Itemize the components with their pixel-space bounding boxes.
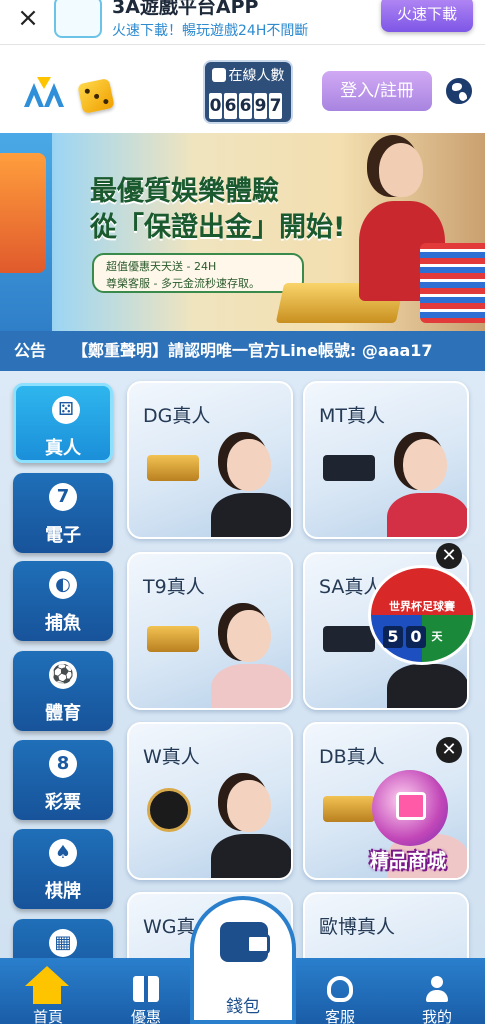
category-label: 體育 (45, 703, 81, 724)
promo-pill-line2: 尊榮客服 - 多元金流秒速存取。 (106, 277, 260, 290)
soccer-icon: ⚽ (49, 661, 77, 689)
gift-icon (133, 976, 159, 1002)
announcement-bar[interactable]: 公告 【鄭重聲明】請認明唯一官方Line帳號: @aaa17 (0, 331, 485, 371)
app-logo (54, 0, 102, 38)
wallet-icon (220, 922, 270, 962)
login-register-button[interactable]: 登入/註冊 (322, 71, 432, 111)
nav-wallet[interactable]: 錢包 (190, 896, 296, 1024)
promo-pill: 超值優惠天天送 - 24H 尊榮客服 - 多元金流秒速存取。 (92, 253, 304, 293)
category-sports[interactable]: ⚽ 體育 (13, 651, 113, 731)
mall-badge[interactable]: 精品商城 (358, 770, 458, 880)
category-label: 真人 (45, 438, 81, 459)
dg-logo (147, 455, 199, 481)
lottery-ball-icon: 8 (49, 750, 77, 778)
nav-promo[interactable]: 優惠 (111, 958, 181, 1024)
nav-home[interactable]: 首頁 (13, 958, 83, 1024)
nav-promo-label: 優惠 (130, 1008, 161, 1024)
chips-image (420, 243, 485, 323)
game-title: DG真人 (143, 405, 211, 427)
nav-mine[interactable]: 我的 (402, 958, 472, 1024)
download-banner-subtitle: 火速下載！暢玩遊戲24H不間斷 (112, 23, 309, 39)
headset-icon (327, 976, 353, 1002)
world-cup-countdown[interactable]: 世界杯足球賽 5 0 天 (368, 565, 476, 665)
game-card-w[interactable]: W真人 (127, 722, 293, 880)
nav-wallet-label: 錢包 (226, 997, 260, 1017)
game-title: DB真人 (319, 746, 385, 768)
announcement-text: 【鄭重聲明】請認明唯一官方Line帳號: @aaa17 (72, 341, 433, 360)
close-icon[interactable]: × (14, 4, 42, 32)
host-image (209, 439, 291, 537)
nav-service-label: 客服 (324, 1008, 355, 1024)
download-banner-title: 3A遊戲平台APP (112, 0, 259, 18)
online-label: 在線人數 (228, 68, 285, 84)
game-card-mt[interactable]: MT真人 (303, 381, 469, 539)
promo-title-line2: 從「保證出金」開始! (90, 212, 346, 243)
seven-icon: 7 (49, 483, 77, 511)
game-card-t9[interactable]: T9真人 (127, 552, 293, 710)
online-counter: 在線人數 0 6 6 9 7 (203, 60, 293, 124)
download-banner: × 3A遊戲平台APP 火速下載！暢玩遊戲24H不間斷 火速下載 (0, 0, 485, 45)
countdown-digit: 5 (383, 626, 403, 648)
category-live[interactable]: ⚄ 真人 (13, 383, 113, 463)
host-image (209, 780, 291, 878)
user-icon (424, 976, 450, 1002)
shop-icon: ▦ (49, 929, 77, 957)
online-digit: 7 (269, 93, 282, 119)
close-mall-icon[interactable]: ✕ (436, 737, 462, 763)
promo-title-line1: 最優質娛樂體驗 (90, 176, 279, 207)
w-logo (147, 788, 191, 832)
online-digit: 6 (239, 93, 252, 119)
world-cup-title: 世界杯足球賽 (389, 600, 455, 613)
gift-box-icon (372, 770, 448, 846)
promo-pill-line1: 超值優惠天天送 - 24H (106, 260, 217, 273)
online-digit: 9 (254, 93, 267, 119)
game-card-dg[interactable]: DG真人 (127, 381, 293, 539)
dice-icon[interactable] (77, 78, 115, 114)
game-title: 歐博真人 (319, 916, 396, 938)
close-worldcup-icon[interactable]: ✕ (436, 543, 462, 569)
game-title: W真人 (143, 746, 200, 768)
dice-icon: ⚄ (52, 396, 80, 424)
online-digit: 6 (224, 93, 237, 119)
download-button[interactable]: 火速下載 (381, 0, 473, 32)
mt-logo (323, 455, 375, 481)
category-label: 彩票 (45, 792, 81, 813)
site-logo[interactable] (22, 75, 66, 109)
t9-logo (147, 626, 199, 652)
online-digits: 0 6 6 9 7 (209, 93, 282, 119)
category-label: 電子 (45, 525, 81, 546)
promo-prev-slide (0, 133, 52, 331)
category-fishing[interactable]: ◐ 捕魚 (13, 561, 113, 641)
host-image (385, 439, 467, 537)
spade-icon: ♠ (49, 839, 77, 867)
fish-icon: ◐ (49, 571, 77, 599)
category-lottery[interactable]: 8 彩票 (13, 740, 113, 820)
phone-image (0, 153, 46, 273)
game-title: MT真人 (319, 405, 385, 427)
person-icon (211, 68, 226, 82)
globe-icon[interactable] (446, 78, 472, 104)
nav-mine-label: 我的 (421, 1008, 452, 1024)
countdown-unit: 天 (431, 630, 443, 643)
home-icon (25, 966, 69, 1006)
nav-home-label: 首頁 (32, 1008, 63, 1024)
nav-service[interactable]: 客服 (305, 958, 375, 1024)
promo-banner[interactable]: 最優質娛樂體驗 從「保證出金」開始! 超值優惠天天送 - 24H 尊榮客服 - … (0, 133, 485, 331)
mall-label: 精品商城 (369, 850, 446, 872)
category-label: 捕魚 (45, 613, 81, 634)
host-image (209, 610, 291, 708)
header: 在線人數 0 6 6 9 7 登入/註冊 (0, 45, 485, 133)
category-label: 棋牌 (45, 881, 81, 902)
announcement-label: 公告 (14, 341, 47, 360)
game-title: T9真人 (143, 576, 205, 598)
category-cards[interactable]: ♠ 棋牌 (13, 829, 113, 909)
online-digit: 0 (209, 93, 222, 119)
world-cup-days: 5 0 天 (383, 626, 445, 648)
sa-logo (323, 626, 375, 652)
category-slots[interactable]: 7 電子 (13, 473, 113, 553)
countdown-digit: 0 (406, 626, 426, 648)
